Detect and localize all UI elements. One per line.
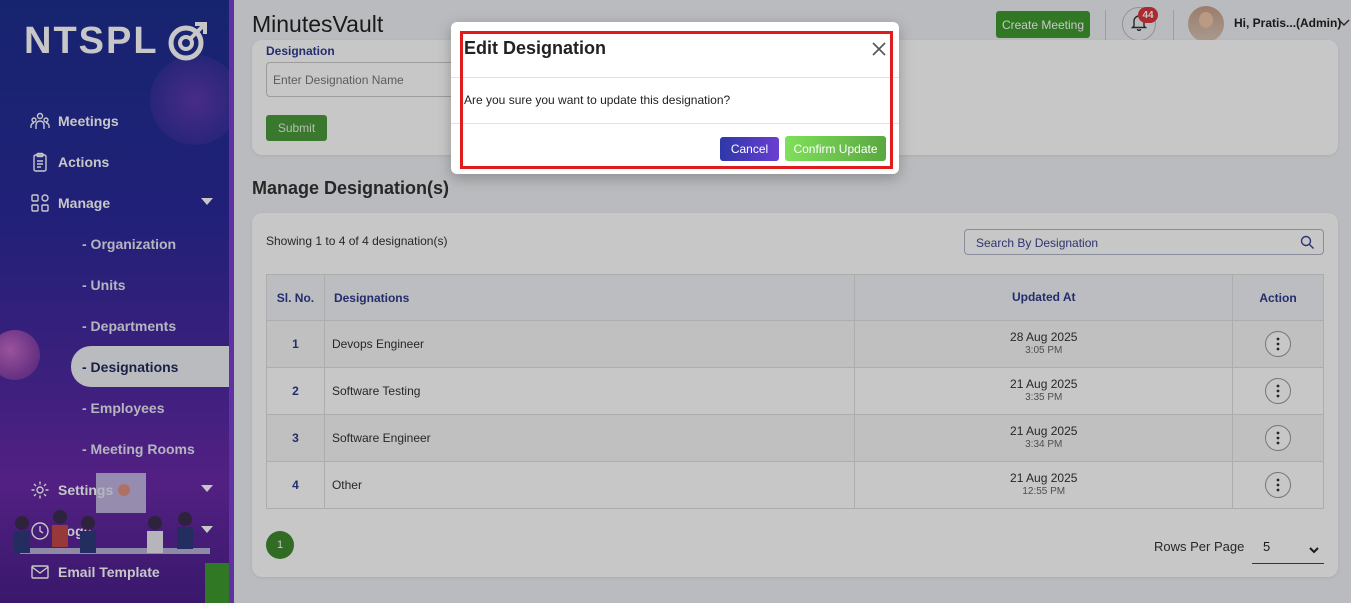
confirm-update-button[interactable]: Confirm Update xyxy=(785,136,886,161)
cancel-button[interactable]: Cancel xyxy=(720,137,779,161)
modal-title: Edit Designation xyxy=(464,38,607,58)
edit-designation-modal: Edit Designation Are you sure you want t… xyxy=(451,22,899,174)
close-icon[interactable] xyxy=(871,41,887,57)
divider xyxy=(451,77,899,78)
divider xyxy=(451,123,899,124)
modal-message: Are you sure you want to update this des… xyxy=(464,93,731,107)
